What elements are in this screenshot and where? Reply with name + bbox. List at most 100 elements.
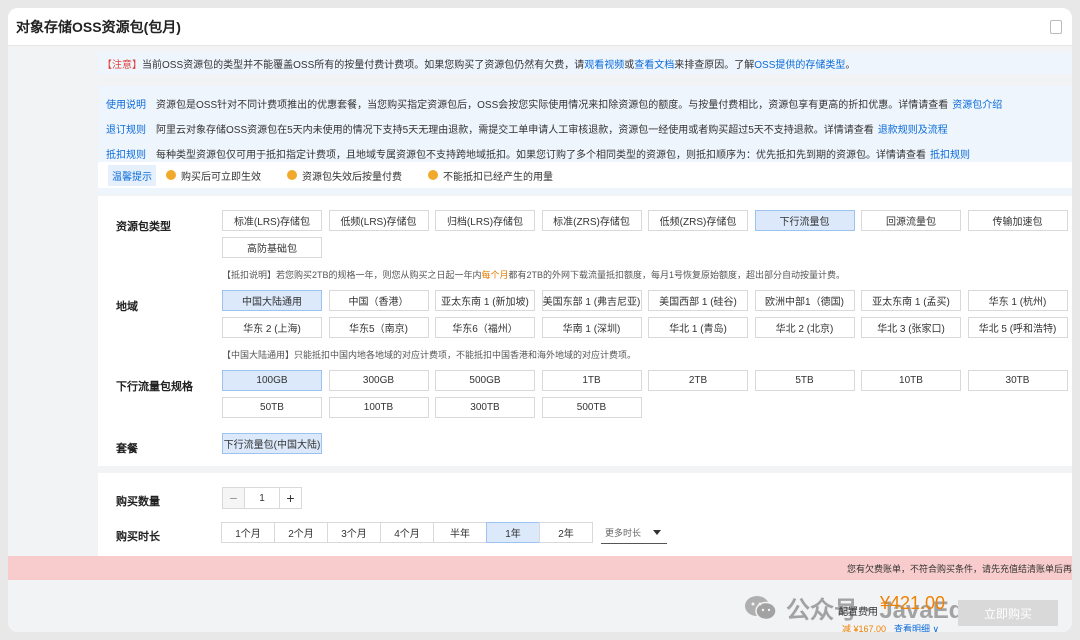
content-area: 【注意】 当前OSS资源包的类型并不能覆盖OSS所有的按量付费计费项。如果您购买… bbox=[8, 46, 1072, 632]
hint-text: 【抵扣说明】若您购买2TB的规格一年，则您从购买之日起一年内 bbox=[222, 270, 482, 280]
view-detail-link[interactable]: 查看明细 ∨ bbox=[894, 622, 939, 632]
fee-label: 配置费用 bbox=[838, 607, 878, 618]
duration-option[interactable]: 1个月 bbox=[221, 522, 275, 543]
spec-option[interactable]: 100TB bbox=[328, 397, 429, 418]
plan-label: 套餐 bbox=[116, 443, 138, 455]
package-type-option[interactable]: 低频(ZRS)存储包 bbox=[648, 210, 748, 231]
info-text: 资源包是OSS针对不同计费项推出的优惠套餐，当您购买指定资源包后，OSS会按您实… bbox=[156, 100, 949, 111]
plan-option[interactable]: 下行流量包(中国大陆) bbox=[222, 433, 322, 454]
fee-saving: 减 ¥167.00 bbox=[842, 624, 887, 632]
warning-dot-icon bbox=[428, 170, 438, 180]
tip-text: 不能抵扣已经产生的用量 bbox=[443, 171, 553, 183]
tip-text: 购买后可立即生效 bbox=[181, 171, 261, 183]
info-row-usage: 使用说明 资源包是OSS针对不同计费项推出的优惠套餐，当您购买指定资源包后，OS… bbox=[106, 91, 1072, 116]
spec-option[interactable]: 50TB bbox=[222, 397, 322, 418]
region-option[interactable]: 华东 1 (杭州) bbox=[967, 290, 1068, 311]
config-panel: 资源包类型 标准(LRS)存储包 低频(LRS)存储包 归档(LRS)存储包 标准(Z… bbox=[98, 196, 1072, 466]
spec-option[interactable]: 300GB bbox=[328, 370, 429, 391]
view-doc-link[interactable]: 查看文档 bbox=[634, 56, 674, 71]
buy-now-button[interactable]: 立即购买 bbox=[958, 600, 1058, 626]
region-option[interactable]: 中国大陆通用 bbox=[222, 290, 322, 311]
watch-video-link[interactable]: 观看视频 bbox=[584, 56, 624, 71]
spec-option[interactable]: 5TB bbox=[754, 370, 855, 391]
quantity-value[interactable]: 1 bbox=[245, 493, 279, 504]
notice-tag: 【注意】 bbox=[102, 59, 142, 71]
duration-option[interactable]: 4个月 bbox=[380, 522, 434, 543]
package-type-option[interactable]: 高防基础包 bbox=[222, 237, 322, 258]
tip-item: 购买后可立即生效 bbox=[166, 168, 261, 183]
notice-text-2: 来排查原因。了解 bbox=[674, 59, 755, 71]
spec-option[interactable]: 100GB bbox=[222, 370, 322, 391]
region-option[interactable]: 美国西部 1 (硅谷) bbox=[648, 290, 748, 311]
more-duration-dropdown[interactable]: 更多时长 bbox=[601, 522, 667, 544]
region-option[interactable]: 中国（香港） bbox=[328, 290, 429, 311]
deduction-hint: 【抵扣说明】若您购买2TB的规格一年，则您从购买之日起一年内每个月都有2TB的外… bbox=[222, 268, 845, 281]
title-bar: 对象存储OSS资源包(包月) bbox=[8, 8, 1072, 46]
plus-button[interactable]: + bbox=[279, 488, 301, 508]
info-text: 阿里云对象存储OSS资源包在5天内未使用的情况下支持5天无理由退款，需提交工单申… bbox=[156, 125, 874, 136]
spec-option[interactable]: 10TB bbox=[861, 370, 961, 391]
warning-dot-icon bbox=[166, 170, 176, 180]
purchase-panel: 购买数量 − 1 + 购买时长 1个月 2个月 3个月 4个月 半年 1年 2年 更多时长 bbox=[98, 473, 1072, 563]
package-type-option[interactable]: 传输加速包 bbox=[967, 210, 1068, 231]
region-option[interactable]: 华东5（南京) bbox=[328, 317, 429, 338]
tip-text: 资源包失效后按量付费 bbox=[302, 171, 402, 183]
spec-option[interactable]: 300TB bbox=[435, 397, 535, 418]
duration-option[interactable]: 半年 bbox=[433, 522, 487, 543]
region-option[interactable]: 亚太东南 1 (新加坡) bbox=[435, 290, 535, 311]
quantity-stepper: − 1 + bbox=[222, 487, 302, 509]
info-label: 抵扣规则 bbox=[106, 150, 146, 161]
region-option[interactable]: 亚太东南 1 (孟买) bbox=[861, 290, 961, 311]
duration-option[interactable]: 1年 bbox=[486, 522, 540, 543]
region-option[interactable]: 华北 2 (北京) bbox=[754, 317, 855, 338]
duration-option[interactable]: 3个月 bbox=[327, 522, 381, 543]
package-type-label: 资源包类型 bbox=[116, 221, 171, 233]
window-title: 对象存储OSS资源包(包月) bbox=[16, 18, 181, 35]
minus-button[interactable]: − bbox=[223, 488, 245, 508]
caret-down-icon bbox=[653, 530, 661, 535]
spec-option[interactable]: 500TB bbox=[541, 397, 642, 418]
fee-value: ¥421.00 bbox=[880, 593, 946, 613]
duration-option[interactable]: 2年 bbox=[539, 522, 593, 543]
region-option[interactable]: 华南 1 (深圳) bbox=[541, 317, 642, 338]
info-row-refund: 退订规则 阿里云对象存储OSS资源包在5天内未使用的情况下支持5天无理由退款，需… bbox=[106, 116, 1072, 141]
spec-option[interactable]: 2TB bbox=[648, 370, 748, 391]
arrears-warning: 您有欠费账单，不符合购买条件，请先充值结清账单后再 bbox=[8, 556, 1072, 580]
notice-text: 当前OSS资源包的类型并不能覆盖OSS所有的按量付费计费项。如果您购买了资源包仍… bbox=[142, 59, 585, 71]
window-icon[interactable] bbox=[1050, 20, 1062, 34]
region-option[interactable]: 欧洲中部1（德国) bbox=[754, 290, 855, 311]
package-type-option[interactable]: 低频(LRS)存储包 bbox=[328, 210, 429, 231]
info-text: 每种类型资源包仅可用于抵扣指定计费项，且地域专属资源包不支持跨地域抵扣。如果您订… bbox=[156, 150, 926, 161]
package-type-option[interactable]: 回源流量包 bbox=[861, 210, 961, 231]
region-option[interactable]: 华东 2 (上海) bbox=[222, 317, 322, 338]
region-option[interactable]: 华北 1 (青岛) bbox=[648, 317, 748, 338]
package-type-option[interactable]: 下行流量包 bbox=[754, 210, 855, 231]
storage-types-link[interactable]: OSS提供的存储类型 bbox=[754, 56, 845, 71]
app-window: 对象存储OSS资源包(包月) 【注意】 当前OSS资源包的类型并不能覆盖OSS所… bbox=[8, 8, 1072, 632]
info-label: 退订规则 bbox=[106, 125, 146, 136]
wechat-logo-icon bbox=[745, 595, 777, 620]
region-option[interactable]: 华北 3 (张家口) bbox=[861, 317, 961, 338]
quantity-label: 购买数量 bbox=[116, 496, 160, 508]
spec-option[interactable]: 500GB bbox=[435, 370, 535, 391]
region-option[interactable]: 华东6（福州） bbox=[435, 317, 535, 338]
package-type-option[interactable]: 标准(ZRS)存储包 bbox=[541, 210, 642, 231]
notice-end: 。 bbox=[845, 59, 856, 71]
duration-option[interactable]: 2个月 bbox=[274, 522, 328, 543]
region-label: 地域 bbox=[116, 301, 138, 313]
tip-item: 不能抵扣已经产生的用量 bbox=[428, 168, 553, 183]
more-duration-text: 更多时长 bbox=[605, 528, 642, 538]
notice-or: 或 bbox=[624, 59, 635, 71]
warning-dot-icon bbox=[287, 170, 297, 180]
package-type-option[interactable]: 标准(LRS)存储包 bbox=[222, 210, 322, 231]
duration-label: 购买时长 bbox=[116, 531, 160, 543]
info-link[interactable]: 抵扣规则 bbox=[930, 146, 970, 161]
spec-option[interactable]: 1TB bbox=[541, 370, 642, 391]
region-option[interactable]: 美国东部 1 (弗吉尼亚) bbox=[541, 290, 642, 311]
warning-text: 您有欠费账单，不符合购买条件，请先充值结清账单后再 bbox=[846, 563, 1072, 574]
spec-option[interactable]: 30TB bbox=[967, 370, 1068, 391]
info-link[interactable]: 退款规则及流程 bbox=[878, 121, 948, 136]
region-option[interactable]: 华北 5 (呼和浩特) bbox=[967, 317, 1068, 338]
info-link[interactable]: 资源包介绍 bbox=[952, 96, 1002, 111]
package-type-option[interactable]: 归档(LRS)存储包 bbox=[435, 210, 535, 231]
